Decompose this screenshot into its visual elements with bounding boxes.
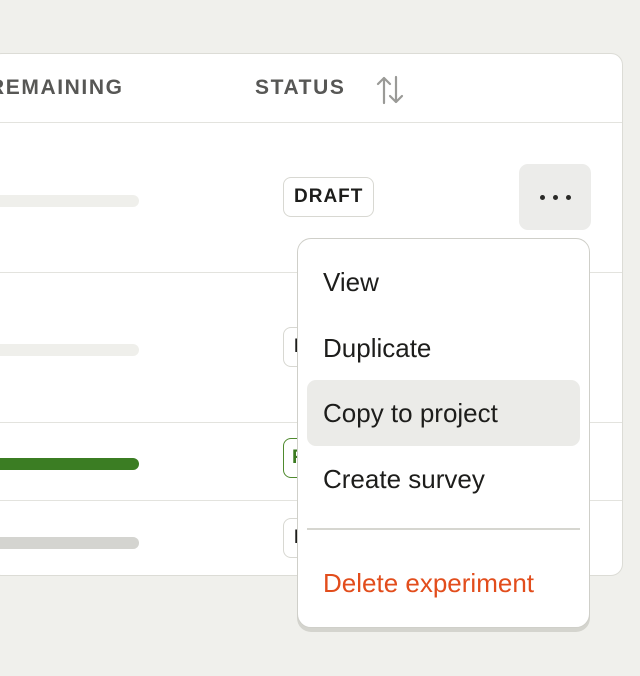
menu-item-copy-to-project[interactable]: Copy to project [307,380,580,446]
table-header: REMAINING STATUS [0,54,622,123]
menu-item-duplicate[interactable]: Duplicate [307,315,580,381]
menu-item-delete-experiment[interactable]: Delete experiment [307,550,580,616]
remaining-progress-bar [0,458,139,470]
menu-item-create-survey[interactable]: Create survey [307,446,580,512]
column-header-status[interactable]: STATUS [255,76,345,100]
sort-arrows-icon[interactable] [375,73,405,107]
remaining-progress-bar [0,537,139,549]
menu-divider [307,528,580,530]
remaining-progress-bar [0,344,139,356]
status-badge: DRAFT [283,177,375,217]
ellipsis-icon [539,194,545,200]
menu-item-view[interactable]: View [307,249,580,315]
row-actions-button[interactable] [519,164,591,230]
row-actions-menu: View Duplicate Copy to project Create su… [297,238,590,628]
column-header-remaining[interactable]: REMAINING [0,76,124,100]
remaining-progress-bar [0,195,139,207]
